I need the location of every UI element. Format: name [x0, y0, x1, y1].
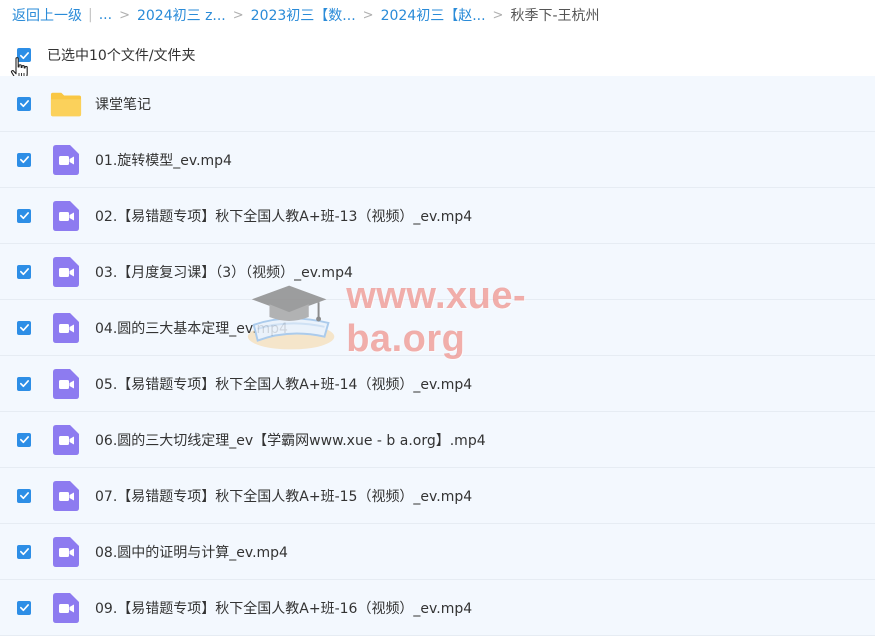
breadcrumb-ellipsis[interactable]: ... — [99, 7, 112, 23]
row-checkbox[interactable] — [17, 320, 31, 335]
checkmark-icon — [19, 436, 29, 444]
breadcrumb: 返回上一级 | ... > 2024初三 z... > 2023初三【数... … — [12, 4, 600, 26]
selection-count-text: 已选中10个文件/文件夹 — [47, 48, 196, 64]
checkmark-icon — [19, 380, 29, 388]
selection-bar: 已选中10个文件/文件夹 — [0, 38, 875, 72]
file-name[interactable]: 03.【月度复习课】（3）（视频）_ev.mp4 — [95, 262, 353, 282]
file-row-video[interactable]: 07.【易错题专项】秋下全国人教A+班-15（视频）_ev.mp4 — [0, 468, 875, 524]
row-checkbox[interactable] — [17, 152, 31, 167]
checkmark-icon — [19, 324, 29, 332]
file-row-video[interactable]: 09.【易错题专项】秋下全国人教A+班-16（视频）_ev.mp4 — [0, 580, 875, 636]
file-name[interactable]: 04.圆的三大基本定理_ev.mp4 — [95, 318, 288, 338]
breadcrumb-item[interactable]: 2023初三【数... — [251, 5, 356, 25]
chevron-right-icon: > — [232, 7, 244, 23]
video-file-icon — [50, 312, 82, 344]
video-file-icon — [50, 424, 82, 456]
file-name[interactable]: 02.【易错题专项】秋下全国人教A+班-13（视频）_ev.mp4 — [95, 206, 472, 226]
breadcrumb-divider: | — [88, 7, 93, 23]
video-file-icon — [50, 200, 82, 232]
video-file-icon — [50, 368, 82, 400]
file-name[interactable]: 06.圆的三大切线定理_ev【学霸网www.xue - b a.org】.mp4 — [95, 430, 486, 450]
file-row-video[interactable]: 05.【易错题专项】秋下全国人教A+班-14（视频）_ev.mp4 — [0, 356, 875, 412]
row-checkbox[interactable] — [17, 544, 31, 559]
row-checkbox[interactable] — [17, 96, 31, 111]
chevron-right-icon: > — [119, 7, 130, 23]
checkmark-icon — [19, 492, 29, 500]
folder-icon — [50, 88, 82, 120]
row-checkbox[interactable] — [17, 600, 31, 615]
breadcrumb-item[interactable]: 2024初三 z... — [137, 5, 226, 25]
row-checkbox[interactable] — [17, 432, 31, 447]
video-file-icon — [50, 256, 82, 288]
file-name[interactable]: 课堂笔记 — [95, 94, 151, 114]
file-row-folder[interactable]: 课堂笔记 — [0, 76, 875, 132]
video-file-icon — [50, 480, 82, 512]
checkmark-icon — [19, 156, 29, 164]
chevron-right-icon: > — [492, 7, 504, 23]
video-file-icon — [50, 536, 82, 568]
breadcrumb-item[interactable]: 2024初三【赵... — [381, 5, 486, 25]
checkmark-icon — [19, 268, 29, 276]
checkmark-icon — [19, 212, 29, 220]
file-name[interactable]: 05.【易错题专项】秋下全国人教A+班-14（视频）_ev.mp4 — [95, 374, 472, 394]
file-row-video[interactable]: 01.旋转模型_ev.mp4 — [0, 132, 875, 188]
checkmark-icon — [19, 548, 29, 556]
file-list: 课堂笔记 01.旋转模型_ev.mp4 02.【易错题专项】秋下全国人教A+班-… — [0, 76, 875, 636]
video-file-icon — [50, 592, 82, 624]
row-checkbox[interactable] — [17, 264, 31, 279]
checkmark-icon — [19, 604, 29, 612]
row-checkbox[interactable] — [17, 488, 31, 503]
row-checkbox[interactable] — [17, 208, 31, 223]
file-row-video[interactable]: 08.圆中的证明与计算_ev.mp4 — [0, 524, 875, 580]
file-row-video[interactable]: 02.【易错题专项】秋下全国人教A+班-13（视频）_ev.mp4 — [0, 188, 875, 244]
row-checkbox[interactable] — [17, 376, 31, 391]
file-row-video[interactable]: 03.【月度复习课】（3）（视频）_ev.mp4 — [0, 244, 875, 300]
file-name[interactable]: 07.【易错题专项】秋下全国人教A+班-15（视频）_ev.mp4 — [95, 486, 472, 506]
chevron-right-icon: > — [362, 7, 374, 23]
video-file-icon — [50, 144, 82, 176]
file-row-video[interactable]: 04.圆的三大基本定理_ev.mp4 — [0, 300, 875, 356]
file-name[interactable]: 08.圆中的证明与计算_ev.mp4 — [95, 542, 288, 562]
back-link[interactable]: 返回上一级 — [12, 5, 82, 25]
file-row-video[interactable]: 06.圆的三大切线定理_ev【学霸网www.xue - b a.org】.mp4 — [0, 412, 875, 468]
breadcrumb-current: 秋季下-王杭州 — [510, 8, 600, 24]
file-name[interactable]: 09.【易错题专项】秋下全国人教A+班-16（视频）_ev.mp4 — [95, 598, 472, 618]
file-name[interactable]: 01.旋转模型_ev.mp4 — [95, 150, 232, 170]
checkmark-icon — [19, 100, 29, 108]
